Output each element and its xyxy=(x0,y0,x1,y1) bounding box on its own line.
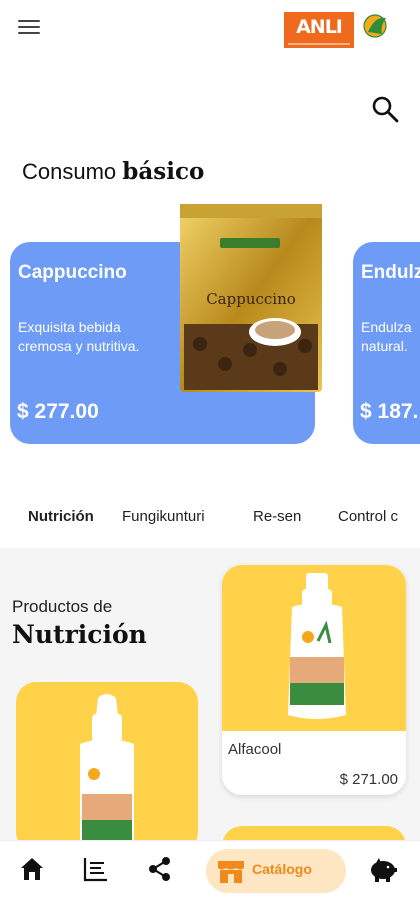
svg-text:Cappuccino: Cappuccino xyxy=(206,290,296,308)
piggy-bank-icon[interactable] xyxy=(368,855,398,885)
featured-price: $ 187. xyxy=(360,400,419,423)
featured-description: Exquisita bebida cremosa y nutritiva. xyxy=(18,319,140,354)
section-title: Consumo básico xyxy=(22,158,204,185)
product-price: $ 271.00 xyxy=(339,771,398,788)
section-title-bold: básico xyxy=(122,158,205,185)
catalog-title: Nutrición xyxy=(12,620,147,649)
search-icon[interactable] xyxy=(370,94,400,124)
featured-card[interactable]: Endulz Endulza natural. $ 187. xyxy=(353,242,420,444)
category-tabs: Nutrición Fungikunturi Re-sen Control c xyxy=(0,508,420,532)
nav-catalog-button[interactable]: Catálogo xyxy=(206,849,346,893)
aloe-logo xyxy=(358,12,402,48)
product-name: Alfacool xyxy=(228,741,282,758)
featured-description: Endulza natural. xyxy=(361,319,412,354)
top-bar: ANLI xyxy=(0,0,420,62)
product-image xyxy=(222,565,406,731)
cappuccino-bag-image: Cappuccino xyxy=(180,204,322,392)
product-card[interactable] xyxy=(16,682,198,852)
list-icon[interactable] xyxy=(82,855,112,885)
tab-fungikunturi[interactable]: Fungikunturi xyxy=(122,508,205,525)
featured-name: Cappuccino xyxy=(18,262,127,283)
anli-logo-text: ANLI xyxy=(296,16,343,38)
app-screen: ANLI Consumo básico Cappuccino Exquisita… xyxy=(0,0,420,900)
menu-icon[interactable] xyxy=(18,20,40,38)
store-icon xyxy=(218,861,244,883)
bottom-navigation: Catálogo xyxy=(0,840,420,900)
anli-logo: ANLI xyxy=(284,12,354,48)
home-icon[interactable] xyxy=(18,855,48,885)
tab-re-sen[interactable]: Re-sen xyxy=(253,508,301,525)
catalog-subtitle: Productos de xyxy=(12,597,113,616)
tab-nutricion[interactable]: Nutrición xyxy=(28,508,94,525)
section-title-light: Consumo xyxy=(22,159,117,184)
tab-control[interactable]: Control c xyxy=(338,508,398,525)
nav-catalog-label: Catálogo xyxy=(252,861,312,877)
featured-price: $ 277.00 xyxy=(17,400,99,423)
product-card[interactable]: Alfacool $ 271.00 xyxy=(222,565,406,795)
featured-name: Endulz xyxy=(361,262,420,283)
share-icon[interactable] xyxy=(146,855,176,885)
product-info: Alfacool $ 271.00 xyxy=(222,731,406,795)
